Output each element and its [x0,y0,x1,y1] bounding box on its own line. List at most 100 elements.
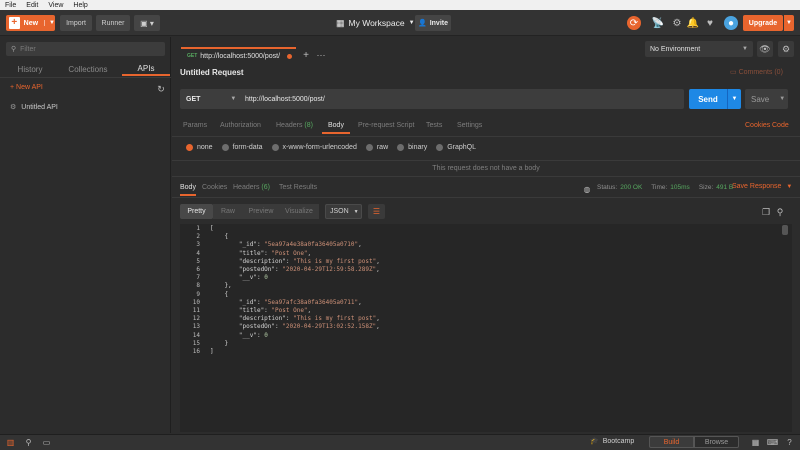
sidebar-item-label: Untitled API [21,103,58,111]
view-pretty-button[interactable]: Pretty [180,204,213,219]
view-visualize-button[interactable]: Visualize [279,204,319,219]
line-number: 6 [196,266,200,274]
upgrade-button[interactable]: Upgrade [743,15,783,31]
console-icon[interactable]: ▭ [41,437,52,447]
response-code[interactable]: [ { "_id": "5ea97a4e38a0fa36405a0710", "… [210,225,380,356]
format-value: JSON [330,208,349,215]
refresh-icon[interactable]: ↻ [155,83,167,95]
tab-tests[interactable]: Tests [426,122,442,134]
radio-none[interactable]: none [186,144,213,151]
new-window-button[interactable]: ▣ ▾ [134,15,160,31]
radio-form-data[interactable]: form-data [221,144,263,151]
find-icon[interactable]: ⚲ [23,437,34,447]
browse-mode-button[interactable]: Browse [694,436,739,448]
notification-bell-icon[interactable]: 🔔 [687,17,699,29]
chevron-down-icon[interactable]: ▼ [727,89,741,109]
line-numbers: 1 2 3 4 5 6 7 8 9 10 11 12 13 14 15 16 [180,225,200,356]
size-value[interactable]: 491 B [716,184,733,191]
url-input[interactable]: http://localhost:5000/post/ [245,89,325,109]
menu-help[interactable]: Help [68,2,92,9]
new-button[interactable]: + New ▼ [6,15,55,31]
radio-raw[interactable]: raw [365,144,388,151]
tab-body[interactable]: Body [322,122,350,134]
new-api-button[interactable]: + New API [10,84,43,91]
code-line: "postedOn": "2020-04-29T12:59:58.289Z", [210,266,380,274]
keyboard-icon[interactable]: ⌨ [767,437,779,447]
search-icon: ⚲ [11,46,17,53]
manage-environments-icon[interactable]: ⚙ [778,41,794,57]
sidebar-divider [0,77,171,78]
no-body-text: This request does not have a body [432,165,540,172]
view-raw-button[interactable]: Raw [213,204,243,219]
sidebar-item-untitled-api[interactable]: ⚙ Untitled API [10,103,58,112]
code-line: [ [210,225,214,232]
environment-select[interactable]: No Environment ▼ [645,41,753,57]
sync-icon[interactable]: ⟳ [627,16,641,30]
time-value[interactable]: 105ms [670,184,690,191]
toggle-sidebar-icon[interactable]: ▥ [5,437,16,447]
radio-binary[interactable]: binary [397,144,427,151]
chevron-down-icon[interactable]: ▼ [44,20,55,26]
tab-authorization[interactable]: Authorization [220,122,261,134]
environment-value: No Environment [650,45,701,53]
editor-scrollbar[interactable] [782,225,788,235]
sidebar-filter-input[interactable]: ⚲ Filter [6,42,165,56]
help-icon[interactable]: ? [784,437,795,447]
two-pane-view-icon[interactable]: ▦ [750,437,761,447]
build-mode-button[interactable]: Build [649,436,694,448]
add-tab-icon[interactable]: + [300,49,312,61]
tab-params[interactable]: Params [183,122,207,134]
radio-graphql[interactable]: GraphQL [436,144,476,151]
request-name[interactable]: Untitled Request [180,68,244,77]
tab-settings[interactable]: Settings [457,122,482,134]
response-tab-body[interactable]: Body [180,184,196,196]
tab-history[interactable]: History [6,62,54,76]
workspace-switcher[interactable]: ▦ My Workspace ▼ [336,14,415,32]
copy-icon[interactable]: ❐ [760,206,772,218]
code-link[interactable]: Code [772,122,789,129]
response-tab-headers[interactable]: Headers (6) [233,184,270,196]
tab-apis[interactable]: APIs [122,62,170,76]
invite-button[interactable]: 👤 Invite [415,15,451,31]
save-button[interactable]: Save ▼ [745,89,788,109]
tab-headers[interactable]: Headers (8) [276,122,313,134]
line-number: 3 [196,241,200,249]
format-select[interactable]: JSON ▼ [325,204,362,219]
send-button[interactable]: Send [689,89,727,109]
unsaved-dot-icon[interactable] [287,53,292,59]
cookies-link[interactable]: Cookies [745,122,770,129]
chevron-down-icon: ▼ [353,208,359,215]
response-tab-cookies[interactable]: Cookies [202,184,227,196]
avatar[interactable]: ● [724,16,738,30]
radio-urlencoded[interactable]: x-www-form-urlencoded [271,144,357,151]
save-response-button[interactable]: Save Response ▼ [732,183,792,190]
wrap-lines-icon[interactable]: ☰ [368,204,385,219]
code-line: "postedOn": "2020-04-29T13:02:52.158Z", [210,323,380,331]
heart-icon[interactable]: ♥ [704,17,716,29]
status-value[interactable]: 200 OK [620,184,642,191]
code-line: { [210,233,229,241]
tab-pre-request-script[interactable]: Pre-request Script [358,122,414,134]
tab-collections[interactable]: Collections [60,62,116,76]
search-icon[interactable]: ⚲ [774,206,786,218]
code-line: ] [210,348,214,356]
line-number: 12 [192,315,200,323]
comments-button[interactable]: ▭ Comments (0) [730,68,783,76]
menu-view[interactable]: View [43,2,68,9]
menu-file[interactable]: File [0,2,21,9]
no-body-message: This request does not have a body [172,160,800,177]
comment-icon: ▭ [730,69,739,76]
bootcamp-button[interactable]: 🎓 Bootcamp [590,437,634,446]
runner-button[interactable]: Runner [96,15,130,31]
method-select[interactable]: GET ▼ [186,89,236,109]
request-tab[interactable]: GET http://localhost:5000/post/ [181,47,296,63]
menu-edit[interactable]: Edit [21,2,43,9]
view-preview-button[interactable]: Preview [243,204,279,219]
response-tab-test-results[interactable]: Test Results [279,184,317,196]
chevron-down-icon[interactable]: ▼ [784,15,794,31]
environment-quick-look-icon[interactable]: 👁 [757,41,773,57]
settings-icon[interactable]: ⚙ [671,17,683,29]
import-button[interactable]: Import [60,15,92,31]
interceptor-icon[interactable]: 📡 [652,17,664,29]
more-tabs-icon[interactable]: ··· [315,49,327,61]
